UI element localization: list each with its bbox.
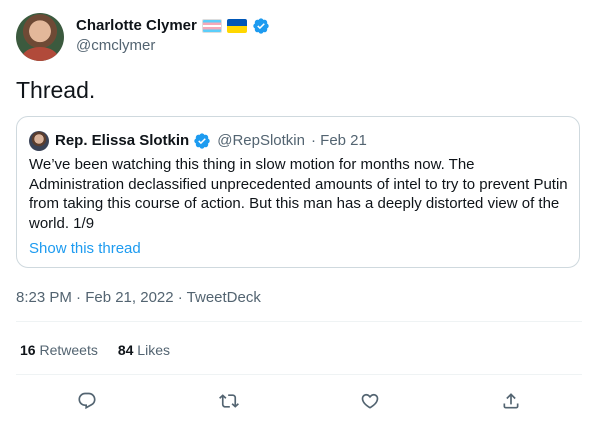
retweets-stat[interactable]: 16 Retweets bbox=[20, 341, 98, 359]
show-thread-link[interactable]: Show this thread bbox=[29, 239, 141, 259]
quoted-author-name: Rep. Elissa Slotkin bbox=[55, 132, 190, 149]
author-name-row[interactable]: Charlotte Clymer bbox=[76, 16, 270, 36]
avatar-shoulders bbox=[22, 47, 58, 61]
share-button[interactable] bbox=[496, 386, 526, 416]
quoted-tweet-header: Rep. Elissa Slotkin @RepSlotkin · Feb 21 bbox=[55, 131, 367, 151]
tweet-stats: 16 Retweets 84 Likes bbox=[20, 341, 170, 359]
transgender-flag-icon bbox=[201, 19, 222, 33]
share-icon bbox=[503, 393, 519, 409]
retweets-count: 16 bbox=[20, 342, 36, 358]
author-avatar[interactable] bbox=[16, 13, 64, 61]
likes-count: 84 bbox=[117, 342, 134, 358]
verified-badge-icon bbox=[253, 18, 269, 34]
quoted-tweet-date: · Feb 21 bbox=[311, 132, 367, 149]
like-button[interactable] bbox=[355, 386, 385, 416]
divider bbox=[16, 374, 582, 375]
verified-badge-icon bbox=[194, 133, 210, 149]
author-handle[interactable]: @cmclymer bbox=[76, 37, 155, 55]
quoted-author-avatar bbox=[29, 131, 49, 151]
retweet-icon bbox=[219, 394, 239, 408]
quoted-author-handle: @RepSlotkin bbox=[217, 132, 305, 149]
retweets-label: Retweets bbox=[39, 342, 98, 358]
divider bbox=[16, 321, 582, 322]
reply-button[interactable] bbox=[72, 386, 102, 416]
like-icon bbox=[361, 393, 379, 409]
ukraine-flag-icon bbox=[226, 19, 247, 33]
likes-label: Likes bbox=[137, 342, 170, 358]
quoted-tweet-text: We’ve been watching this thing in slow m… bbox=[29, 156, 568, 232]
quoted-tweet[interactable]: Rep. Elissa Slotkin @RepSlotkin · Feb 21… bbox=[16, 116, 580, 268]
reply-icon bbox=[78, 392, 96, 410]
tweet-timestamp[interactable]: 8:23 PM · Feb 21, 2022 · TweetDeck bbox=[16, 288, 261, 308]
likes-stat[interactable]: 84 Likes bbox=[118, 341, 170, 359]
tweet-actions-bar bbox=[16, 386, 582, 416]
tweet-text: Thread. bbox=[16, 77, 96, 103]
retweet-button[interactable] bbox=[214, 386, 244, 416]
author-name[interactable]: Charlotte Clymer bbox=[76, 16, 197, 36]
tweet-detail: Charlotte Clymer @cmclymer Thread. Rep. … bbox=[0, 0, 598, 423]
